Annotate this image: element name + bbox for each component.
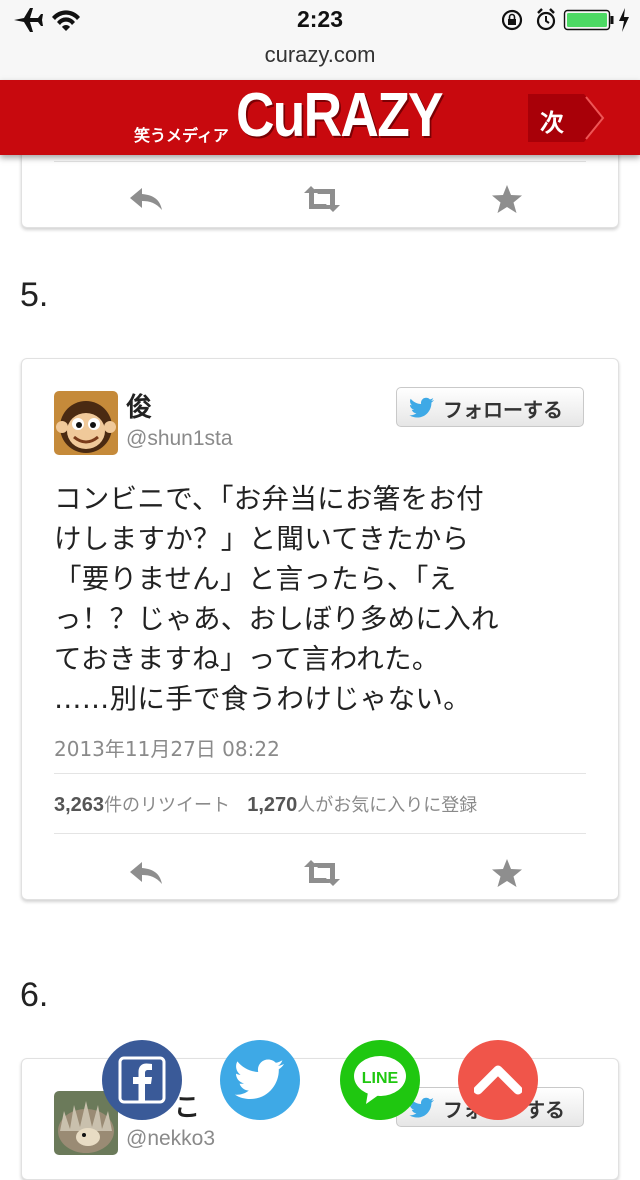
reply-icon [130,862,162,884]
tweet-card: 俊 @shun1sta フォローする コンビニで、「お弁当にお箸をお付 けします… [21,358,619,900]
browser-url-bar[interactable]: curazy.com [0,40,640,81]
twitter-bird-icon [234,1059,284,1099]
retweet-icon [304,860,340,886]
divider [54,161,586,162]
url-text[interactable]: curazy.com [0,42,640,68]
retweet-count-label: 件のリツイート [104,795,231,816]
avatar[interactable] [54,391,118,455]
section-number: 5. [20,276,49,314]
tweet-timestamp[interactable]: 2013年11月27日 08:22 [54,733,280,762]
tweet-author-handle[interactable]: @nekko3 [126,1127,215,1151]
star-icon [492,859,522,887]
next-article-button[interactable]: 次 [528,94,606,142]
charging-icon [619,8,629,32]
tweet-text-line: っ！？じゃあ、おしぼり多めに入れ [54,603,499,635]
line-label: LINE [362,1070,399,1087]
reply-icon [130,188,162,210]
scroll-to-top-button[interactable] [458,1040,538,1120]
tweet-actions [22,841,618,901]
retweet-button[interactable] [302,179,342,219]
tweet-stats: 3,263件のリツイート 1,270人がお気に入りに登録 [54,791,477,817]
twitter-share-button[interactable] [220,1040,300,1120]
tweet-text-line: けしますか？」と聞いてきたから [54,523,470,555]
tweet-text-line: ておきますね」って言われた。 [54,643,440,675]
facebook-share-button[interactable] [102,1040,182,1120]
favorite-button[interactable] [487,853,527,893]
tweet-text-line: 「要りません」と言ったら、「え [54,563,457,595]
section-number: 6. [20,976,49,1014]
tweet-text-line: ……別に手で食うわけじゃない。 [54,683,471,715]
facebook-icon [118,1056,166,1104]
follow-label: フォローする [443,398,563,422]
tweet-actions [22,167,618,227]
favorite-button[interactable] [487,179,527,219]
retweet-count[interactable]: 3,263 [54,794,104,816]
rotation-lock-icon [501,9,523,31]
divider [54,833,586,834]
chevron-up-icon [474,1065,522,1095]
star-icon [492,185,522,213]
status-right [501,7,632,37]
battery-icon [563,9,614,31]
alarm-icon [536,8,556,31]
reply-button[interactable] [126,179,166,219]
line-share-button[interactable]: LINE [340,1040,420,1120]
site-header: 笑うメディア CuRAZY 次 [0,80,640,155]
favorite-count[interactable]: 1,270 [247,794,297,816]
divider [54,773,586,774]
tweet-text-line: コンビニで、「お弁当にお箸をお付 [54,483,484,515]
site-logo[interactable]: CuRAZY [236,80,444,151]
retweet-icon [304,186,340,212]
twitter-bird-icon [409,397,434,418]
retweet-button[interactable] [302,853,342,893]
reply-button[interactable] [126,853,166,893]
tweet-author-name[interactable]: 俊 [126,387,152,424]
status-bar: 2:23 [0,0,640,40]
site-tagline: 笑うメディア [134,126,229,145]
tweet-author-handle[interactable]: @shun1sta [126,427,233,451]
line-icon: LINE [354,1056,406,1104]
tweet-text: コンビニで、「お弁当にお箸をお付 けしますか？」と聞いてきたから 「要りません」… [54,479,594,719]
next-label: 次 [540,109,564,137]
follow-button[interactable]: フォローする [396,387,584,427]
favorite-count-label: 人がお気に入りに登録 [297,795,478,816]
